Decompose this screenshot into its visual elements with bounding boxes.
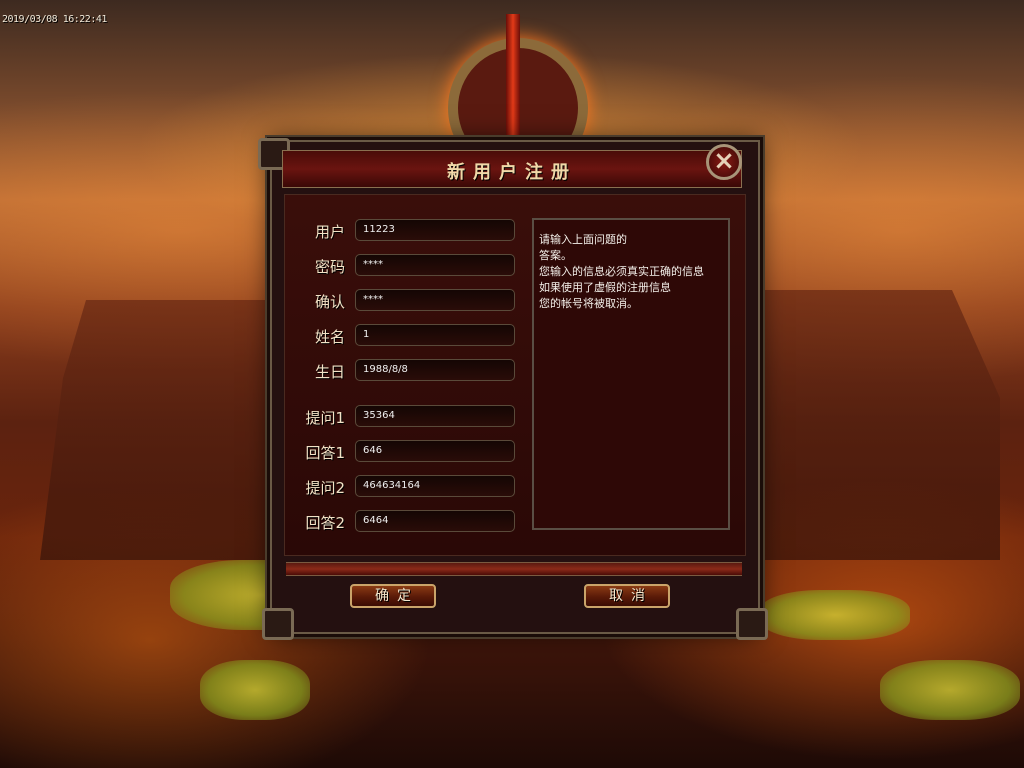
help-text-box: 请输入上面问题的 答案。 您输入的信息必须真实正确的信息 如果使用了虚假的注册信… [532,218,730,530]
question1-input[interactable]: 35364 [355,405,515,427]
background-lava [880,660,1020,720]
dialog-title: 新用户注册 [447,162,577,183]
corner-ornament [262,608,294,640]
help-line: 答案。 [539,249,572,262]
register-dialog: 新用户注册 用户 11223 密码 **** 确认 **** 姓名 1 生日 1… [258,138,768,640]
field-label-answer1: 回答1 [305,444,345,462]
close-icon[interactable]: × [706,144,742,180]
field-label-birthday: 生日 [314,363,345,381]
help-line: 如果使用了虚假的注册信息 [539,281,671,294]
field-label-name: 姓名 [314,328,345,346]
name-input[interactable]: 1 [355,324,515,346]
cancel-button[interactable]: 取消 [584,584,670,608]
password-input[interactable]: **** [355,254,515,276]
help-line: 您的帐号将被取消。 [539,297,638,310]
game-logo [348,8,678,178]
field-label-password: 密码 [314,258,345,276]
corner-ornament [736,608,768,640]
background-lava [760,590,910,640]
field-label-question2: 提问2 [305,479,345,497]
username-input[interactable]: 11223 [355,219,515,241]
field-label-question1: 提问1 [305,409,345,427]
dialog-divider [286,562,742,576]
field-label-username: 用户 [314,223,345,241]
field-label-confirm: 确认 [314,293,345,311]
help-line: 请输入上面问题的 [539,233,627,246]
confirm-button[interactable]: 确定 [350,584,436,608]
answer2-input[interactable]: 6464 [355,510,515,532]
answer1-input[interactable]: 646 [355,440,515,462]
help-line: 您输入的信息必须真实正确的信息 [539,265,704,278]
birthday-input[interactable]: 1988/8/8 [355,359,515,381]
confirm-password-input[interactable]: **** [355,289,515,311]
background-fortress-left [40,300,270,560]
timestamp: 2019/03/08 16:22:41 [2,14,107,25]
background-fortress-right [760,290,1000,560]
background-lava [200,660,310,720]
question2-input[interactable]: 464634164 [355,475,515,497]
field-label-answer2: 回答2 [305,514,345,532]
dialog-titlebar: 新用户注册 [282,150,742,188]
